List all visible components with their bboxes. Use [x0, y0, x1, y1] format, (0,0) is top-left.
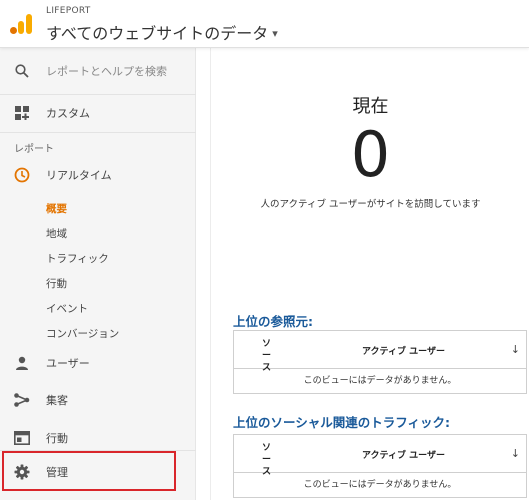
sidebar-item-label: リアルタイム	[46, 169, 112, 182]
dashboard-icon	[14, 105, 30, 121]
active-user-count: 0	[350, 118, 391, 191]
top-social-traffic-table: ソース アクティブ ユーザー ↓ このビューにはデータがありません。	[233, 434, 527, 498]
sort-arrow-icon[interactable]: ↓	[511, 447, 520, 460]
sidebar-subitem-overview[interactable]: 概要	[46, 201, 67, 216]
account-name: LIFEPORT	[46, 6, 91, 16]
acquisition-icon	[14, 392, 30, 408]
sort-arrow-icon[interactable]: ↓	[511, 343, 520, 356]
property-selector[interactable]: すべてのウェブサイトのデータ ▾	[46, 20, 278, 44]
property-name: すべてのウェブサイトのデータ	[46, 24, 269, 43]
table-header: ソース アクティブ ユーザー ↓	[234, 435, 526, 477]
chevron-down-icon: ▾	[272, 27, 278, 40]
sidebar-subitem-traffic[interactable]: トラフィック	[46, 251, 109, 266]
sidebar-item-behavior[interactable]: 行動	[0, 423, 196, 453]
search-input[interactable]: レポートとヘルプを検索	[46, 63, 167, 79]
admin-highlight-box	[2, 451, 176, 491]
clock-icon	[14, 167, 30, 183]
top-social-traffic-title: 上位のソーシャル関連のトラフィック:	[233, 415, 450, 430]
active-user-description: 人のアクティブ ユーザーがサイトを訪問しています	[260, 199, 481, 210]
sidebar-item-label: ユーザー	[46, 357, 90, 370]
sidebar-item-realtime[interactable]: リアルタイム	[0, 158, 196, 192]
analytics-logo-icon[interactable]	[10, 14, 32, 34]
sidebar-item-users[interactable]: ユーザー	[0, 348, 196, 378]
sidebar-item-label: カスタム	[46, 107, 90, 120]
reports-section-label: レポート	[14, 144, 54, 155]
empty-table-message: このビューにはデータがありません。	[303, 480, 457, 490]
now-label: 現在	[352, 96, 389, 117]
sidebar-item-acquisition[interactable]: 集客	[0, 385, 196, 415]
sidebar-item-label: 集客	[46, 394, 68, 407]
top-referrals-title: 上位の参照元:	[233, 314, 313, 329]
column-header-source[interactable]: ソース	[262, 442, 276, 478]
top-header: LIFEPORT すべてのウェブサイトのデータ ▾	[0, 0, 529, 48]
realtime-overview-panel: 現在 0 人のアクティブ ユーザーがサイトを訪問しています 上位の参照元: ソー…	[210, 48, 529, 500]
sidebar-subitem-conversions[interactable]: コンバージョン	[46, 326, 119, 341]
sidebar-subitem-locations[interactable]: 地域	[46, 226, 67, 241]
report-search[interactable]: レポートとヘルプを検索	[0, 48, 196, 94]
sidebar-subitem-behavior[interactable]: 行動	[46, 276, 67, 291]
sidebar-item-custom[interactable]: カスタム	[0, 95, 196, 131]
column-header-source[interactable]: ソース	[262, 338, 276, 374]
column-header-active-users[interactable]: アクティブ ユーザー	[362, 448, 445, 461]
sidebar-item-label: 行動	[46, 432, 68, 445]
empty-table-message: このビューにはデータがありません。	[303, 376, 457, 386]
top-referrals-table: ソース アクティブ ユーザー ↓ このビューにはデータがありません。	[233, 330, 527, 394]
column-header-active-users[interactable]: アクティブ ユーザー	[362, 344, 445, 357]
sidebar: レポートとヘルプを検索 カスタム レポート リアルタイム 概要 地域 トラフィッ…	[0, 48, 196, 500]
sidebar-subitem-events[interactable]: イベント	[46, 301, 88, 316]
divider	[0, 132, 196, 133]
search-icon	[14, 63, 30, 79]
table-header: ソース アクティブ ユーザー ↓	[234, 331, 526, 373]
person-icon	[14, 355, 30, 371]
behavior-icon	[14, 430, 30, 446]
